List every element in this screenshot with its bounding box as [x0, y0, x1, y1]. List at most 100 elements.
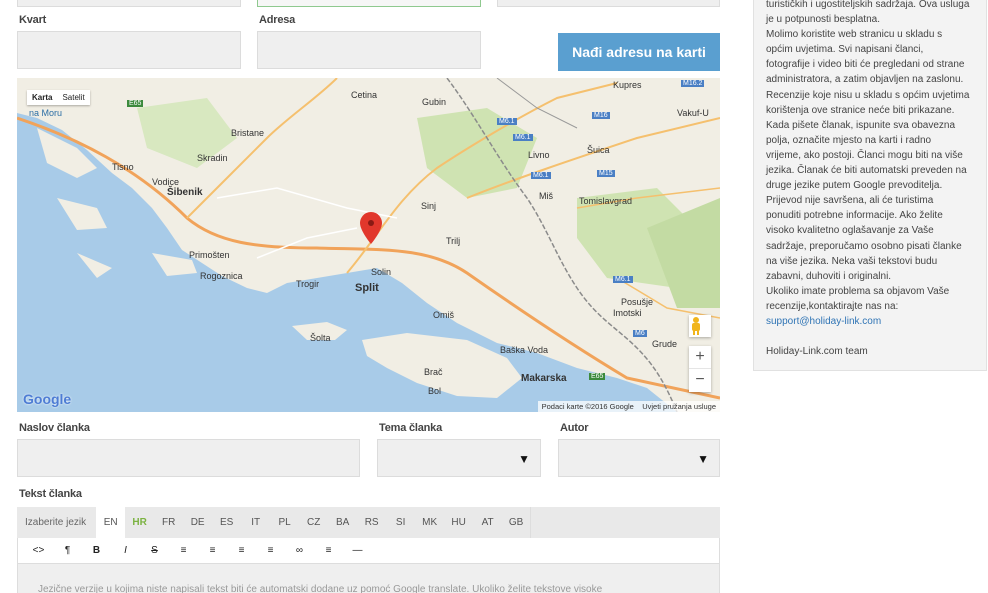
autor-select[interactable]: ▼	[558, 439, 720, 477]
sidebar-line: sadržaje, preporučamo osobno pisati član…	[766, 240, 962, 252]
kvart-label: Kvart	[19, 14, 47, 26]
editor-placeholder-text: Jezične verzije u kojima niste napisali …	[38, 584, 603, 593]
ordered-list-icon[interactable]: ≡	[198, 545, 227, 556]
html-source-icon[interactable]: <>	[24, 545, 53, 556]
map-terms-link[interactable]: Uvjeti pružanja usluge	[642, 402, 716, 411]
lang-tab-es[interactable]: ES	[212, 507, 241, 538]
zoom-out-button[interactable]: −	[689, 369, 711, 392]
sidebar-line: fotografije i video biti će pregledani o…	[766, 59, 965, 71]
unordered-list-icon[interactable]: ≡	[169, 545, 198, 556]
place-label: Rogoznica	[200, 271, 243, 281]
top-field-2[interactable]	[257, 0, 481, 7]
place-label: Primošten	[189, 250, 230, 260]
find-address-button[interactable]: Nađi adresu na karti	[558, 33, 720, 71]
place-label: Livno	[528, 150, 550, 160]
language-bar: Izaberite jezik EN HR FR DE ES IT PL CZ …	[17, 507, 720, 538]
lang-tab-pl[interactable]: PL	[270, 507, 299, 538]
sidebar-line: vrijeme, ako postoji. Članci mogu biti n…	[766, 149, 963, 161]
sidebar-line: na više jezika. Neka vaši tekstovi budu	[766, 255, 938, 267]
sidebar-line: druge jezike putem Google prevoditelja.	[766, 180, 943, 192]
place-label: Grude	[652, 339, 678, 349]
google-logo: Google	[23, 391, 72, 407]
road-shield: E65	[589, 373, 606, 380]
adresa-input[interactable]	[257, 31, 481, 69]
road-shield: E65	[127, 100, 144, 107]
naslov-input[interactable]	[17, 439, 360, 477]
place-label: Šibenik	[167, 187, 203, 198]
place-label: Posušje	[621, 297, 654, 307]
lang-tab-gb[interactable]: GB	[502, 507, 532, 538]
tema-select[interactable]: ▼	[377, 439, 541, 477]
road-shield: M16	[592, 112, 610, 119]
place-label: Trilj	[446, 236, 461, 246]
strikethrough-icon[interactable]: S	[140, 545, 169, 556]
sidebar-line: Recenzije koje nisu u skladu s općim uvj…	[766, 89, 970, 101]
place-label: Solin	[371, 267, 392, 277]
info-sidebar: turističkih i ugostiteljskih sadržaja. O…	[753, 0, 987, 371]
place-label: Brač	[424, 367, 443, 377]
map-type-map[interactable]: Karta	[27, 90, 57, 105]
place-label: Vakuf-U	[677, 108, 709, 118]
lang-tab-hu[interactable]: HU	[444, 507, 473, 538]
sidebar-line: Molimo koristite web stranicu u skladu s	[766, 29, 943, 41]
bold-icon[interactable]: B	[82, 545, 111, 556]
sidebar-line: visoko kvalitetno oglašavanje za Vaše	[766, 225, 934, 237]
sidebar-line: Prijevod nije savršena, ali će turistima	[766, 195, 934, 207]
place-label: Miš	[539, 191, 553, 201]
outdent-icon[interactable]: ≡	[227, 545, 256, 556]
dropdown-arrow-icon: ▼	[518, 452, 530, 466]
map-type-control[interactable]: Karta Satelit	[27, 90, 90, 105]
link-icon[interactable]: ∞	[285, 545, 314, 556]
lang-tab-si[interactable]: SI	[386, 507, 415, 538]
lang-tab-mk[interactable]: MK	[415, 507, 444, 538]
sidebar-line: turističkih i ugostiteljskih sadržaja. O…	[766, 0, 970, 10]
lang-tab-at[interactable]: AT	[473, 507, 502, 538]
horizontal-rule-icon[interactable]: —	[343, 545, 372, 556]
indent-icon[interactable]: ≡	[256, 545, 285, 556]
place-label: Trogir	[296, 279, 320, 289]
zoom-control[interactable]: + −	[689, 346, 711, 392]
place-label: Makarska	[521, 373, 567, 384]
place-label: Kupres	[613, 80, 642, 90]
dropdown-arrow-icon: ▼	[697, 452, 709, 466]
place-label: Šolta	[310, 333, 331, 343]
place-label: Imotski	[613, 308, 642, 318]
lang-tab-de[interactable]: DE	[183, 507, 212, 538]
place-label: Sinj	[421, 201, 437, 211]
sidebar-line: Kada pišete članak, ispunite sva obavezn…	[766, 119, 956, 131]
map-canvas	[17, 78, 720, 412]
sidebar-line: korištenja ove stranice neće biti prikaz…	[766, 104, 955, 116]
paragraph-icon[interactable]: ¶	[53, 545, 82, 556]
sidebar-line: polja, označite mjesto na karti i radno	[766, 134, 932, 146]
sidebar-line: Ukoliko imate problema sa objavom Vaše	[766, 285, 950, 297]
sidebar-line: jezika. Članak će biti automatski preved…	[766, 165, 967, 177]
lang-tab-rs[interactable]: RS	[357, 507, 386, 538]
top-field-3[interactable]	[497, 0, 720, 7]
article-text-editor[interactable]: Jezične verzije u kojima niste napisali …	[17, 563, 720, 593]
lang-tab-fr[interactable]: FR	[154, 507, 183, 538]
lang-tab-ba[interactable]: BA	[328, 507, 357, 538]
zoom-in-button[interactable]: +	[689, 346, 711, 369]
lang-tab-en[interactable]: EN	[96, 507, 126, 538]
place-label: Baška Voda	[500, 345, 549, 355]
support-email-link[interactable]: support@holiday-link.com	[766, 314, 974, 329]
road-shield: M6.1	[613, 276, 633, 283]
place-label: Gubin	[422, 97, 447, 107]
editor-toolbar: <> ¶ B I S ≡ ≡ ≡ ≡ ∞ ≡ —	[17, 538, 720, 563]
top-field-1[interactable]	[17, 0, 241, 7]
map-type-satellite[interactable]: Satelit	[57, 90, 89, 105]
road-shield: M16.2	[681, 80, 705, 87]
map-attribution: Podaci karte ©2016 Google	[541, 402, 634, 411]
align-icon[interactable]: ≡	[314, 545, 343, 556]
lang-tab-hr[interactable]: HR	[125, 507, 154, 538]
kvart-input[interactable]	[17, 31, 241, 69]
street-view-pegman-icon[interactable]	[689, 315, 711, 337]
italic-icon[interactable]: I	[111, 545, 140, 556]
road-shield: M6.1	[531, 172, 551, 179]
map-footer: Podaci karte ©2016 Google Uvjeti pružanj…	[537, 401, 720, 412]
lang-tab-cz[interactable]: CZ	[299, 507, 328, 538]
sidebar-line: je u potpunosti besplatna.	[766, 14, 880, 26]
map[interactable]: Karta Satelit na Moru Bristane Skradin T…	[17, 78, 720, 412]
place-label: Cetina	[351, 90, 378, 100]
lang-tab-it[interactable]: IT	[241, 507, 270, 538]
